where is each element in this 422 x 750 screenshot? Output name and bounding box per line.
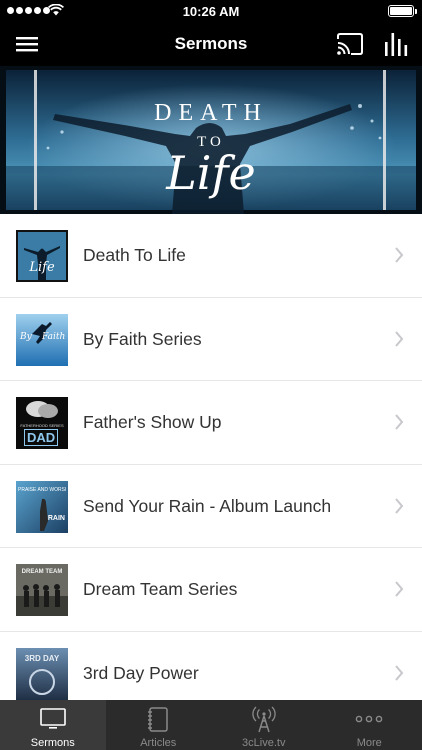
- tab-label: Sermons: [30, 737, 75, 749]
- chevron-right-icon: [395, 581, 404, 598]
- thumbnail-caption: DAD: [24, 429, 59, 447]
- sermon-thumbnail: PRAISE AND WORSHIP RAIN: [16, 480, 68, 533]
- list-item[interactable]: By Faith By Faith Series: [0, 298, 422, 382]
- thumbnail-small-caption: FATHERHOOD SERIES: [20, 423, 64, 429]
- chevron-right-icon: [395, 247, 404, 263]
- list-item[interactable]: DREAM TEAM Dream Team Series: [0, 548, 422, 632]
- tab-more[interactable]: More: [317, 700, 422, 750]
- thumbnail-small-caption: RAIN: [47, 514, 65, 522]
- tab-sermons[interactable]: Sermons: [0, 700, 106, 750]
- sermon-thumbnail: By Faith: [16, 313, 68, 366]
- equalizer-icon[interactable]: [383, 30, 409, 58]
- tab-label: 3cLive.tv: [242, 737, 286, 749]
- chevron-right-icon: [395, 498, 404, 514]
- cast-icon[interactable]: [336, 31, 364, 57]
- list-item[interactable]: PRAISE AND WORSHIP RAIN Send Your Rain -…: [0, 465, 422, 549]
- sermon-title: Father's Show Up: [83, 412, 222, 433]
- tv-icon: [39, 708, 66, 729]
- sermon-title: Dream Team Series: [83, 579, 238, 600]
- list-item[interactable]: FATHERHOOD SERIES DAD Father's Show Up: [0, 381, 422, 465]
- sermon-list: Life Death To Life By Faith By Faith Ser…: [0, 214, 422, 700]
- thumbnail-caption-faith: Faith: [42, 331, 66, 342]
- tab-3clive[interactable]: 3cLive.tv: [211, 700, 317, 750]
- notebook-icon: [148, 707, 168, 732]
- broadcast-tower-icon: [252, 706, 276, 733]
- thumbnail-caption: PRAISE AND WORSHIP: [18, 486, 66, 493]
- banner-title-line3: Life: [166, 146, 256, 200]
- navigation-bar: Sermons: [0, 22, 422, 66]
- tab-label: Articles: [140, 737, 177, 749]
- list-item[interactable]: Life Death To Life: [0, 214, 422, 298]
- tab-label: More: [356, 737, 382, 749]
- thumbnail-caption: Life: [29, 260, 55, 275]
- sermon-thumbnail: Life: [16, 230, 68, 282]
- chevron-right-icon: [395, 414, 404, 430]
- more-dots-icon: [355, 715, 383, 723]
- tab-articles[interactable]: Articles: [106, 700, 212, 750]
- sermon-title: Death To Life: [83, 245, 186, 265]
- sermon-thumbnail: 3RD DAY: [16, 647, 68, 700]
- thumbnail-caption: DREAM TEAM: [21, 569, 63, 576]
- featured-banner[interactable]: DEATH TO Life: [0, 66, 422, 214]
- battery-icon: [388, 5, 417, 17]
- status-bar: 10:26 AM: [0, 0, 422, 22]
- chevron-right-icon: [395, 665, 404, 681]
- list-item[interactable]: 3RD DAY 3rd Day Power: [0, 632, 422, 700]
- status-time: 10:26 AM: [182, 4, 240, 19]
- tab-bar: Sermons Articles 3cLive.tv More: [0, 700, 422, 750]
- sermon-title: 3rd Day Power: [83, 662, 199, 683]
- banner-title-line1: DEATH: [154, 100, 268, 126]
- sermon-title: Send Your Rain - Album Launch: [83, 495, 332, 516]
- chevron-right-icon: [395, 330, 404, 347]
- thumbnail-caption: 3RD DAY: [24, 653, 60, 663]
- sermon-title: By Faith Series: [83, 328, 202, 349]
- sermon-thumbnail: FATHERHOOD SERIES DAD: [16, 397, 68, 450]
- sermon-thumbnail: DREAM TEAM: [16, 564, 68, 617]
- thumbnail-caption-by: By: [20, 331, 32, 342]
